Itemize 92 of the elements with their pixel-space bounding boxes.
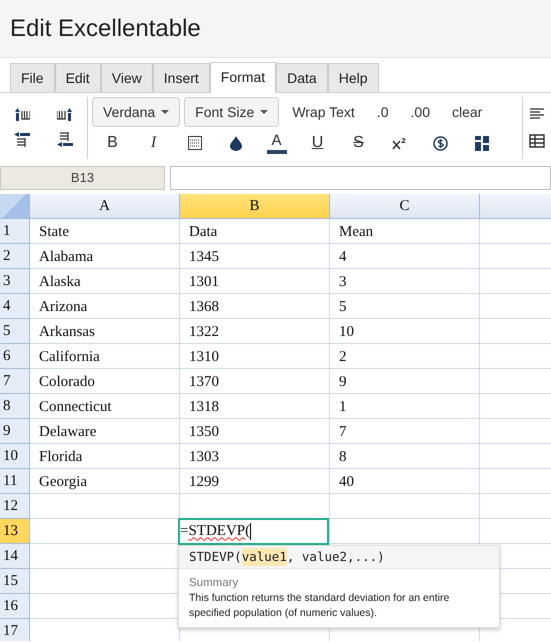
name-box[interactable]: B13 (0, 166, 165, 190)
formula-input[interactable] (170, 166, 551, 190)
menu-tab[interactable]: View (100, 63, 153, 92)
table-cell: 1318 (180, 394, 330, 419)
table-cell: 4 (330, 244, 480, 269)
row-header[interactable]: 12 (0, 494, 30, 519)
row-header[interactable]: 1 (0, 219, 30, 244)
table-cell: 3 (330, 269, 480, 294)
table-cell: 1368 (180, 294, 330, 319)
table-cell: 10 (330, 319, 480, 344)
function-description: This function returns the standard deviation for an entire specified population (of numeric values). (189, 591, 450, 621)
table-cell: Mean (330, 219, 480, 244)
table-cell: 7 (330, 419, 480, 444)
table-cell: Colorado (30, 369, 180, 394)
table-cell: 1 (330, 394, 480, 419)
row-header[interactable]: 13 (0, 519, 30, 544)
strike-button[interactable]: S (351, 131, 366, 155)
insert-row-icon[interactable] (57, 132, 74, 148)
table-cell: 1370 (180, 369, 330, 394)
row-header[interactable]: 14 (0, 544, 30, 569)
row-header[interactable]: 9 (0, 419, 30, 444)
summary-label: Summary (189, 576, 240, 590)
table-cell: Florida (30, 444, 180, 469)
cell-editor[interactable]: =STDEVP( (178, 518, 329, 545)
table-cell: 1322 (180, 319, 330, 344)
row-header[interactable]: 2 (0, 244, 30, 269)
color-bar (266, 150, 286, 154)
bold-button[interactable]: B (105, 131, 120, 155)
text-color-button[interactable]: A (271, 132, 282, 150)
table-cell: 5 (330, 294, 480, 319)
table-cell: Arkansas (30, 319, 180, 344)
table-cell: 1350 (180, 419, 330, 444)
caret-icon (260, 110, 268, 114)
table-cell: Alaska (30, 269, 180, 294)
toolbar-button[interactable]: clear (442, 97, 492, 127)
table-icon[interactable] (529, 134, 545, 148)
row-header[interactable]: 11 (0, 469, 30, 494)
row-header[interactable]: 8 (0, 394, 30, 419)
toolbar-button[interactable]: Wrap Text (283, 97, 364, 127)
table-cell: 40 (330, 469, 480, 494)
row-header[interactable]: 16 (0, 594, 30, 619)
insert-column-icon[interactable] (57, 108, 74, 122)
row-header[interactable]: 17 (0, 619, 30, 641)
row-header[interactable]: 5 (0, 319, 30, 344)
row-header[interactable]: 3 (0, 269, 30, 294)
borders-icon[interactable] (188, 136, 202, 150)
table-cell: State (30, 219, 180, 244)
align-left-icon[interactable] (530, 108, 544, 120)
table-cell: 2 (330, 344, 480, 369)
italic-button[interactable]: I (148, 131, 158, 155)
underline-button[interactable]: U (310, 131, 326, 155)
window-title: Edit Excellentable (10, 14, 201, 44)
row-header[interactable]: 4 (0, 294, 30, 319)
table-cell: 1310 (180, 344, 330, 369)
table-cell: Georgia (30, 469, 180, 494)
merge-cells-icon[interactable] (474, 136, 488, 150)
table-cell: California (30, 344, 180, 369)
table-cell: 1345 (180, 244, 330, 269)
font-dropdown[interactable]: Font Size (184, 97, 280, 127)
table-cell: 8 (330, 444, 480, 469)
toolbar-button[interactable]: .00 (402, 97, 439, 127)
column-header[interactable]: A (30, 194, 180, 219)
drop-icon[interactable] (230, 136, 242, 150)
caret-icon (161, 110, 170, 114)
table-cell: 1303 (180, 444, 330, 469)
dollar-icon[interactable] (433, 136, 448, 150)
table-cell: Alabama (30, 244, 180, 269)
table-cell: Delaware (30, 419, 180, 444)
insert-row-icon[interactable] (14, 132, 30, 148)
table-cell: 9 (330, 369, 480, 394)
insert-column-icon[interactable] (14, 108, 30, 122)
menu-tab[interactable]: Data (276, 63, 328, 92)
toolbar-button[interactable]: .0 (368, 97, 398, 127)
menu-tab[interactable]: Insert (152, 63, 210, 92)
function-signature: STDEVP(value1, value2,...) (179, 546, 499, 569)
table-cell: 1299 (180, 469, 330, 494)
column-header[interactable]: B (180, 194, 330, 219)
menu-tab[interactable]: Format (210, 62, 276, 93)
row-header[interactable]: 10 (0, 444, 30, 469)
menu-tab[interactable]: File (10, 63, 55, 92)
row-header[interactable]: 6 (0, 344, 30, 369)
menu-tab[interactable]: Edit (54, 63, 101, 92)
superscript-icon[interactable] (392, 136, 407, 150)
table-cell: 1301 (180, 269, 330, 294)
row-header[interactable]: 15 (0, 569, 30, 594)
row-header[interactable]: 7 (0, 369, 30, 394)
column-header[interactable]: C (330, 194, 480, 219)
table-cell: Arizona (30, 294, 180, 319)
table-cell: Data (180, 219, 330, 244)
menu-tab[interactable]: Help (328, 63, 379, 92)
font-dropdown[interactable]: Verdana (92, 97, 180, 127)
table-cell: Connecticut (30, 394, 180, 419)
